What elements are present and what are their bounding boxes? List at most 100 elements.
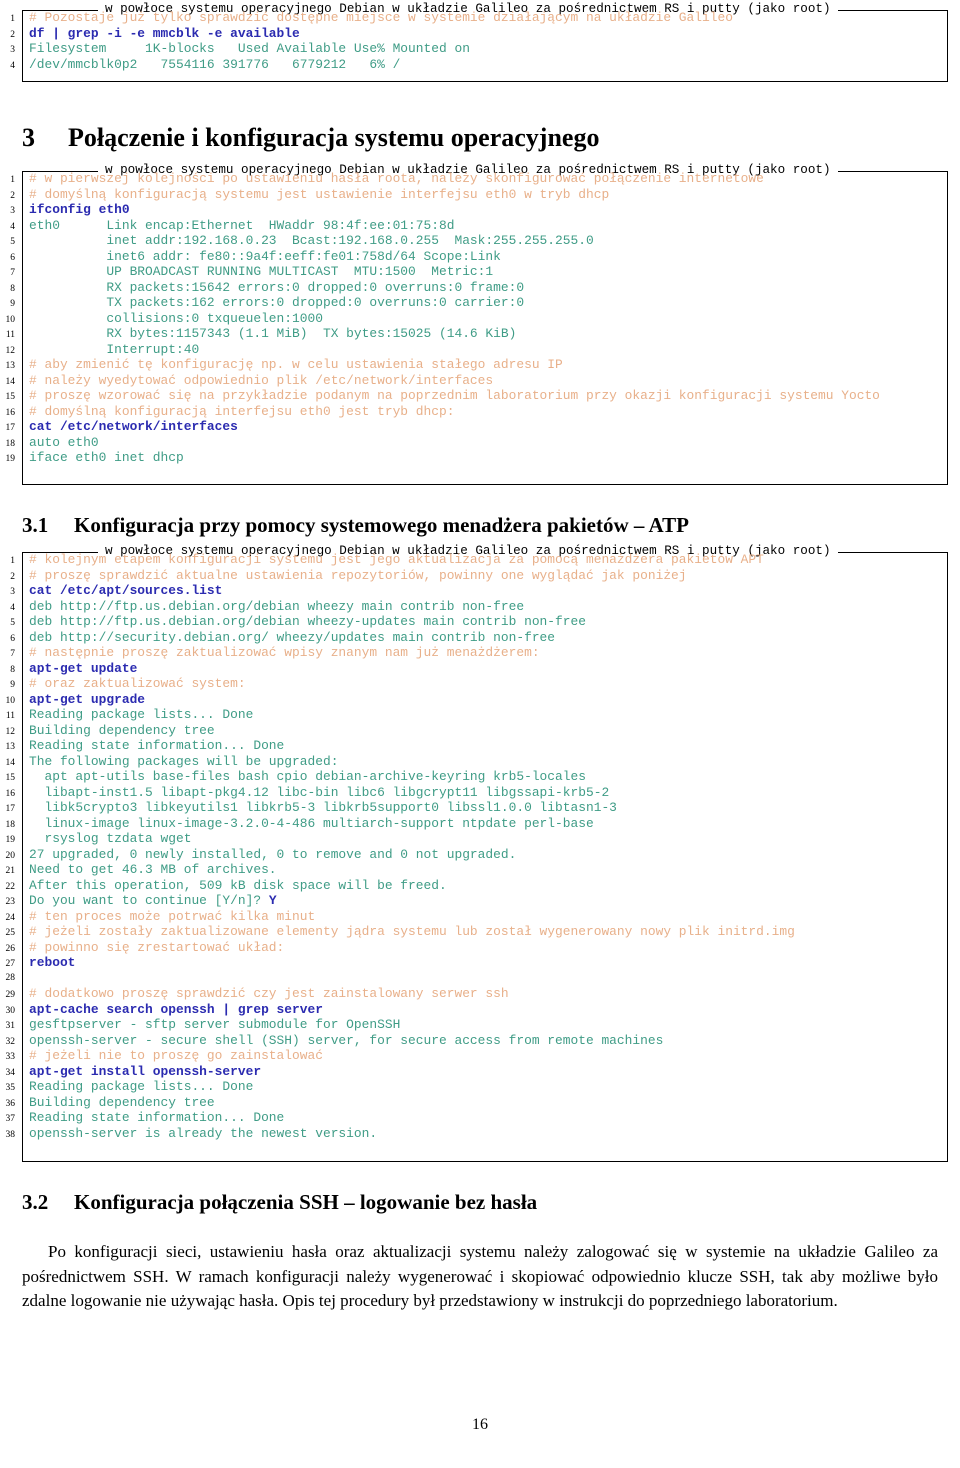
code-line-text: iface eth0 inet dhcp xyxy=(29,450,184,465)
code-line: 29 # dodatkowo proszę sprawdzić czy jest … xyxy=(0,986,960,1002)
code-line-text: cat /etc/network/interfaces xyxy=(29,419,238,434)
code-line-number: 10 xyxy=(5,695,16,706)
code-line: 17 cat /etc/network/interfaces xyxy=(0,419,960,435)
code-line-number: 7 xyxy=(10,649,15,659)
code-line: 22 After this operation, 509 kB disk spac… xyxy=(0,878,960,894)
code-line-number: 11 xyxy=(5,711,15,721)
code-line-text: Filesystem 1K-blocks Used Available Use%… xyxy=(29,41,470,56)
code-line: 6 deb http://security.debian.org/ wheezy/… xyxy=(0,630,960,646)
code-line: 21 Need to get 46.3 MB of archives. xyxy=(0,862,960,878)
code-line-number: 23 xyxy=(5,897,16,907)
code-line-number: 24 xyxy=(5,912,16,923)
code-line: 32 openssh-server - secure shell (SSH) se… xyxy=(0,1033,960,1049)
code-line: 23 Do you want to continue [Y/n]? Y xyxy=(0,893,960,909)
code-line-text: RX packets:15642 errors:0 dropped:0 over… xyxy=(29,279,525,295)
code-line: 11 RX bytes:1157343 (1.1 MiB) TX bytes:1… xyxy=(0,326,960,342)
code-line: 1 # kolejnym etapem konfiguracji systemu … xyxy=(0,552,960,568)
code-line: 35 Reading package lists... Done xyxy=(0,1079,960,1095)
code-line-text: openssh-server - secure shell (SSH) serv… xyxy=(29,1032,664,1048)
code-line: 1 # w pierwszej kolejności po ustawieniu … xyxy=(0,171,960,187)
code-line-text: # powinno się zrestartować układ: xyxy=(29,939,285,955)
code-line: 31 gesftpserver - sftp server submodule f… xyxy=(0,1017,960,1033)
section-3-title: Połączenie i konfiguracja systemu operac… xyxy=(68,123,600,152)
code-line-text: # następnie proszę zaktualizować wpisy z… xyxy=(29,645,540,660)
code-line-number: 2 xyxy=(10,29,15,40)
code-line-text: apt-get upgrade xyxy=(29,691,146,707)
code-line-text: Reading state information... Done xyxy=(29,1110,285,1125)
code-line: 27 reboot xyxy=(0,955,960,971)
code-line-number: 17 xyxy=(5,423,16,433)
code-line-text: UP BROADCAST RUNNING MULTICAST MTU:1500 … xyxy=(29,264,494,279)
code-line-text: gesftpserver - sftp server submodule for… xyxy=(29,1017,401,1032)
code-line-number: 35 xyxy=(5,1083,16,1093)
code-line: 24 # ten proces może potrwać kilka minut xyxy=(0,909,960,925)
code-line-text: # Pozostaje już tylko sprawdzić dostępne… xyxy=(29,10,733,25)
code-line: 13 # aby zmienić tę konfigurację np. w ce… xyxy=(0,357,960,373)
code-line-text: apt-get update xyxy=(29,660,138,676)
code-line-text: # proszę wzorować się na przykładzie pod… xyxy=(29,388,880,403)
code-line-number: 11 xyxy=(5,330,15,340)
code-line-text: # ten proces może potrwać kilka minut xyxy=(29,908,316,924)
code-line: 26 # powinno się zrestartować układ: xyxy=(0,940,960,956)
code-line: 19 iface eth0 inet dhcp xyxy=(0,450,960,466)
code-line-number: 16 xyxy=(5,407,16,418)
code-line-number: 31 xyxy=(5,1021,16,1031)
code-line-text: apt-cache search openssh | grep server xyxy=(29,1001,323,1017)
section-3-2-paragraph: Po konfiguracji sieci, ustawieniu hasła … xyxy=(22,1242,938,1310)
code-line: 2 # domyślną konfiguracją systemu jest us… xyxy=(0,187,960,203)
code-line: 7 # następnie proszę zaktualizować wpisy … xyxy=(0,645,960,661)
code-line: 16 libapt-inst1.5 libapt-pkg4.12 libc-bi… xyxy=(0,785,960,801)
code-line-text: Reading package lists... Done xyxy=(29,1079,254,1094)
code-line-text: # dodatkowo proszę sprawdzić czy jest za… xyxy=(29,986,509,1001)
section-3-2-number: 3.2 xyxy=(22,1190,49,1214)
code-line-text: # domyślną konfiguracją interfejsu eth0 … xyxy=(29,403,455,419)
code-line: 30 apt-cache search openssh | grep server xyxy=(0,1002,960,1018)
listing-code-body: 1 # w pierwszej kolejności po ustawieniu … xyxy=(0,161,960,466)
code-line-number: 33 xyxy=(5,1052,16,1062)
code-line-number: 12 xyxy=(5,345,16,356)
code-line-text: openssh-server is already the newest ver… xyxy=(29,1125,378,1141)
code-line: 4/dev/mmcblk0p2 7554116 391776 6779212 6… xyxy=(0,57,960,73)
code-line-number: 18 xyxy=(5,819,16,830)
code-line-number: 14 xyxy=(5,376,16,387)
code-line-number: 20 xyxy=(5,850,16,861)
code-line-text: RX bytes:1157343 (1.1 MiB) TX bytes:1502… xyxy=(29,326,517,341)
code-line-text: TX packets:162 errors:0 dropped:0 overru… xyxy=(29,295,525,310)
code-line: 12 Building dependency tree xyxy=(0,723,960,739)
code-line-text: # domyślną konfiguracją systemu jest ust… xyxy=(29,186,610,202)
code-line-number: 22 xyxy=(5,881,16,892)
code-line: 12 Interrupt:40 xyxy=(0,342,960,358)
code-line-text: The following packages will be upgraded: xyxy=(29,753,339,769)
code-line-text: Building dependency tree xyxy=(29,722,215,738)
code-line-number: 18 xyxy=(5,438,16,449)
code-line-text: Reading state information... Done xyxy=(29,738,285,753)
code-line-text: /dev/mmcblk0p2 7554116 391776 6779212 6%… xyxy=(29,56,401,72)
code-line-text: # jeżeli zostały zaktualizowane elementy… xyxy=(29,924,795,939)
code-line-text: # proszę sprawdzić aktualne ustawienia r… xyxy=(29,567,687,583)
code-listing-df: w powłoce systemu operacyjnego Debian w … xyxy=(0,0,960,82)
code-line-text: libk5crypto3 libkeyutils1 libkrb5-3 libk… xyxy=(29,800,617,815)
code-line: 15 # proszę wzorować się na przykładzie p… xyxy=(0,388,960,404)
code-line-text: apt-get install openssh-server xyxy=(29,1063,262,1079)
code-line-number: 34 xyxy=(5,1067,16,1078)
code-line-text: deb http://security.debian.org/ wheezy/u… xyxy=(29,629,556,645)
code-line: 10 collisions:0 txqueuelen:1000 xyxy=(0,311,960,327)
code-line-number: 2 xyxy=(10,571,15,582)
code-line-text: Interrupt:40 xyxy=(29,341,200,357)
code-line: 17 libk5crypto3 libkeyutils1 libkrb5-3 l… xyxy=(0,800,960,816)
code-line: 18 auto eth0 xyxy=(0,435,960,451)
code-listing-apt: w powłoce systemu operacyjnego Debian w … xyxy=(0,542,960,1162)
code-line-number: 30 xyxy=(5,1005,16,1016)
code-line-text: inet addr:192.168.0.23 Bcast:192.168.0.2… xyxy=(29,233,594,248)
code-line: 33 # jeżeli nie to proszę go zainstalować xyxy=(0,1048,960,1064)
code-line-number: 13 xyxy=(5,361,16,371)
code-line: 1 # Pozostaje już tylko sprawdzić dostępn… xyxy=(0,10,960,26)
code-line-number: 7 xyxy=(10,268,15,278)
code-line-number: 19 xyxy=(5,835,16,845)
code-line-number: 1 xyxy=(10,175,15,185)
code-line-text: Do you want to continue [Y/n]? Y xyxy=(29,893,277,908)
listing-code-body: 1 # kolejnym etapem konfiguracji systemu … xyxy=(0,542,960,1141)
code-line-text: rsyslog tzdata wget xyxy=(29,831,192,846)
code-line-text: linux-image linux-image-3.2.0-4-486 mult… xyxy=(29,815,594,831)
code-line-number: 38 xyxy=(5,1129,16,1140)
